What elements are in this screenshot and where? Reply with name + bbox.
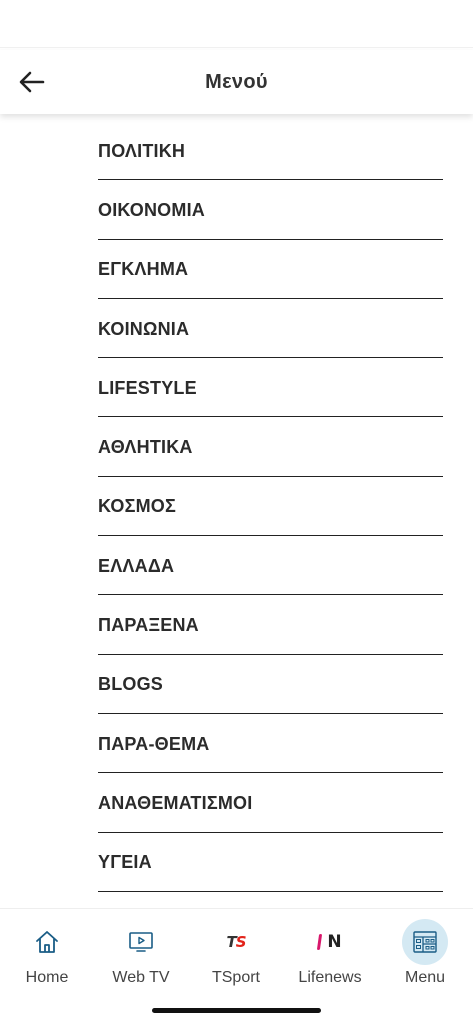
menu-item-egklima[interactable]: ΕΓΚΛΗΜΑ (98, 240, 443, 299)
tab-tsport-icon-wrap: TS (213, 919, 259, 965)
tab-home-label: Home (25, 969, 69, 986)
menu-item-ygeia[interactable]: ΥΓΕΙΑ (98, 833, 443, 892)
menu-item-koinonia[interactable]: ΚΟΙΝΩΝΙΑ (98, 299, 443, 359)
tab-menu-icon-wrap (402, 919, 448, 965)
tab-webtv-label: Web TV (112, 969, 170, 986)
menu-grid-icon (413, 931, 437, 953)
tab-tsport[interactable]: TS TSport (191, 919, 281, 989)
menu-item-label: ΚΟΙΝΩΝΙΑ (98, 318, 190, 339)
menu-item-oikonomia[interactable]: ΟΙΚΟΝΟΜΙΑ (98, 180, 443, 240)
page-title: Μενού (205, 71, 268, 93)
lifenews-logo-l-mark (317, 934, 323, 950)
menu-item-label: ΕΓΚΛΗΜΑ (98, 259, 189, 280)
menu-item-athlitika[interactable]: ΑΘΛΗΤΙΚΑ (98, 417, 443, 477)
tab-menu[interactable]: Menu (380, 919, 470, 989)
home-icon (36, 931, 58, 953)
menu-item-label: ΑΝΑΘΕΜΑΤΙΣΜΟΙ (98, 792, 253, 813)
menu-item-label: ΚΟΣΜΟΣ (98, 496, 176, 517)
menu-item-label: BLOGS (98, 674, 164, 695)
lifenews-logo-n: N (327, 932, 342, 952)
menu-item-label: ΠΟΛΙΤΙΚΗ (98, 140, 186, 161)
home-indicator[interactable] (152, 1008, 321, 1013)
tv-play-icon (129, 932, 153, 952)
tab-webtv-icon-wrap (118, 919, 164, 965)
menu-item-label: LIFESTYLE (98, 377, 197, 398)
menu-item-politiki[interactable]: ΠΟΛΙΤΙΚΗ (98, 121, 443, 181)
menu-item-anathematismoi[interactable]: ΑΝΑΘΕΜΑΤΙΣΜΟΙ (98, 773, 443, 833)
tab-home-icon-wrap (24, 919, 70, 965)
menu-item-label: ΥΓΕΙΑ (98, 852, 152, 873)
menu-item-label: ΟΙΚΟΝΟΜΙΑ (98, 199, 205, 220)
menu-item-blogs[interactable]: BLOGS (98, 655, 443, 714)
tab-lifenews-icon-wrap: N (307, 919, 353, 965)
lifenews-logo: N (317, 932, 342, 952)
tsport-logo: TS (226, 933, 246, 951)
status-bar (0, 0, 473, 48)
tab-webtv[interactable]: Web TV (96, 919, 186, 989)
menu-item-paraxena[interactable]: ΠΑΡΑΞΕΝΑ (98, 595, 443, 655)
tab-lifenews[interactable]: N Lifenews (285, 919, 375, 989)
menu-item-label: ΠΑΡΑ-ΘΕΜΑ (98, 733, 210, 754)
category-menu-list: ΠΟΛΙΤΙΚΗ ΟΙΚΟΝΟΜΙΑ ΕΓΚΛΗΜΑ ΚΟΙΝΩΝΙΑ LIFE… (98, 121, 443, 892)
menu-item-kosmos[interactable]: ΚΟΣΜΟΣ (98, 477, 443, 537)
bottom-tab-bar: Home Web TV TS TSport N Lifenews Menu (0, 908, 473, 1024)
tab-lifenews-label: Lifenews (298, 969, 362, 986)
app-header: Μενού (0, 50, 473, 114)
menu-item-para-thema[interactable]: ΠΑΡΑ-ΘΕΜΑ (98, 714, 443, 774)
menu-item-lifestyle[interactable]: LIFESTYLE (98, 358, 443, 418)
menu-item-label: ΑΘΛΗΤΙΚΑ (98, 437, 193, 458)
menu-item-label: ΕΛΛΑΔΑ (98, 555, 175, 576)
tab-home[interactable]: Home (2, 919, 92, 989)
tab-menu-label: Menu (404, 969, 446, 986)
menu-item-ellada[interactable]: ΕΛΛΑΔΑ (98, 536, 443, 596)
menu-item-label: ΠΑΡΑΞΕΝΑ (98, 615, 199, 636)
tab-tsport-label: TSport (211, 969, 260, 986)
